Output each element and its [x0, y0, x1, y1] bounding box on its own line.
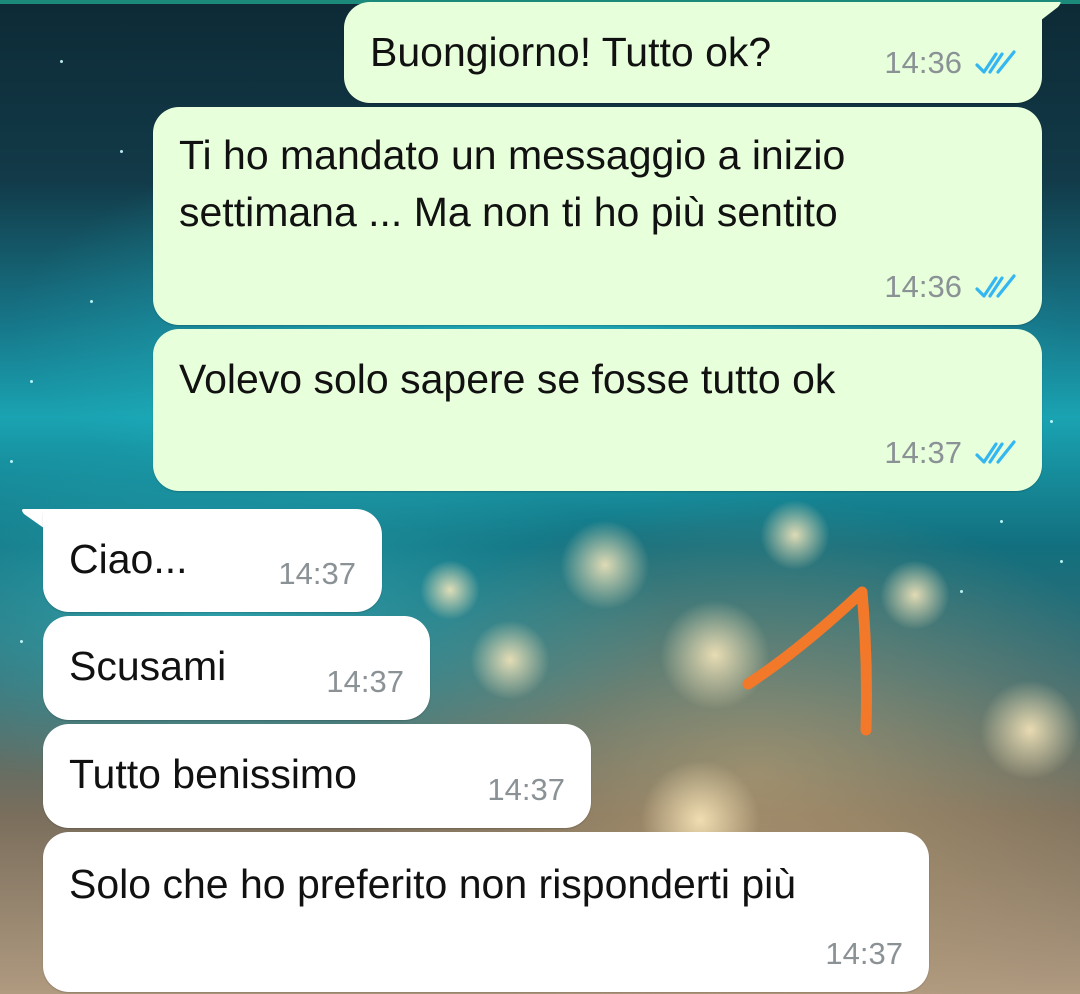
arrow-annotation-icon — [742, 586, 872, 736]
